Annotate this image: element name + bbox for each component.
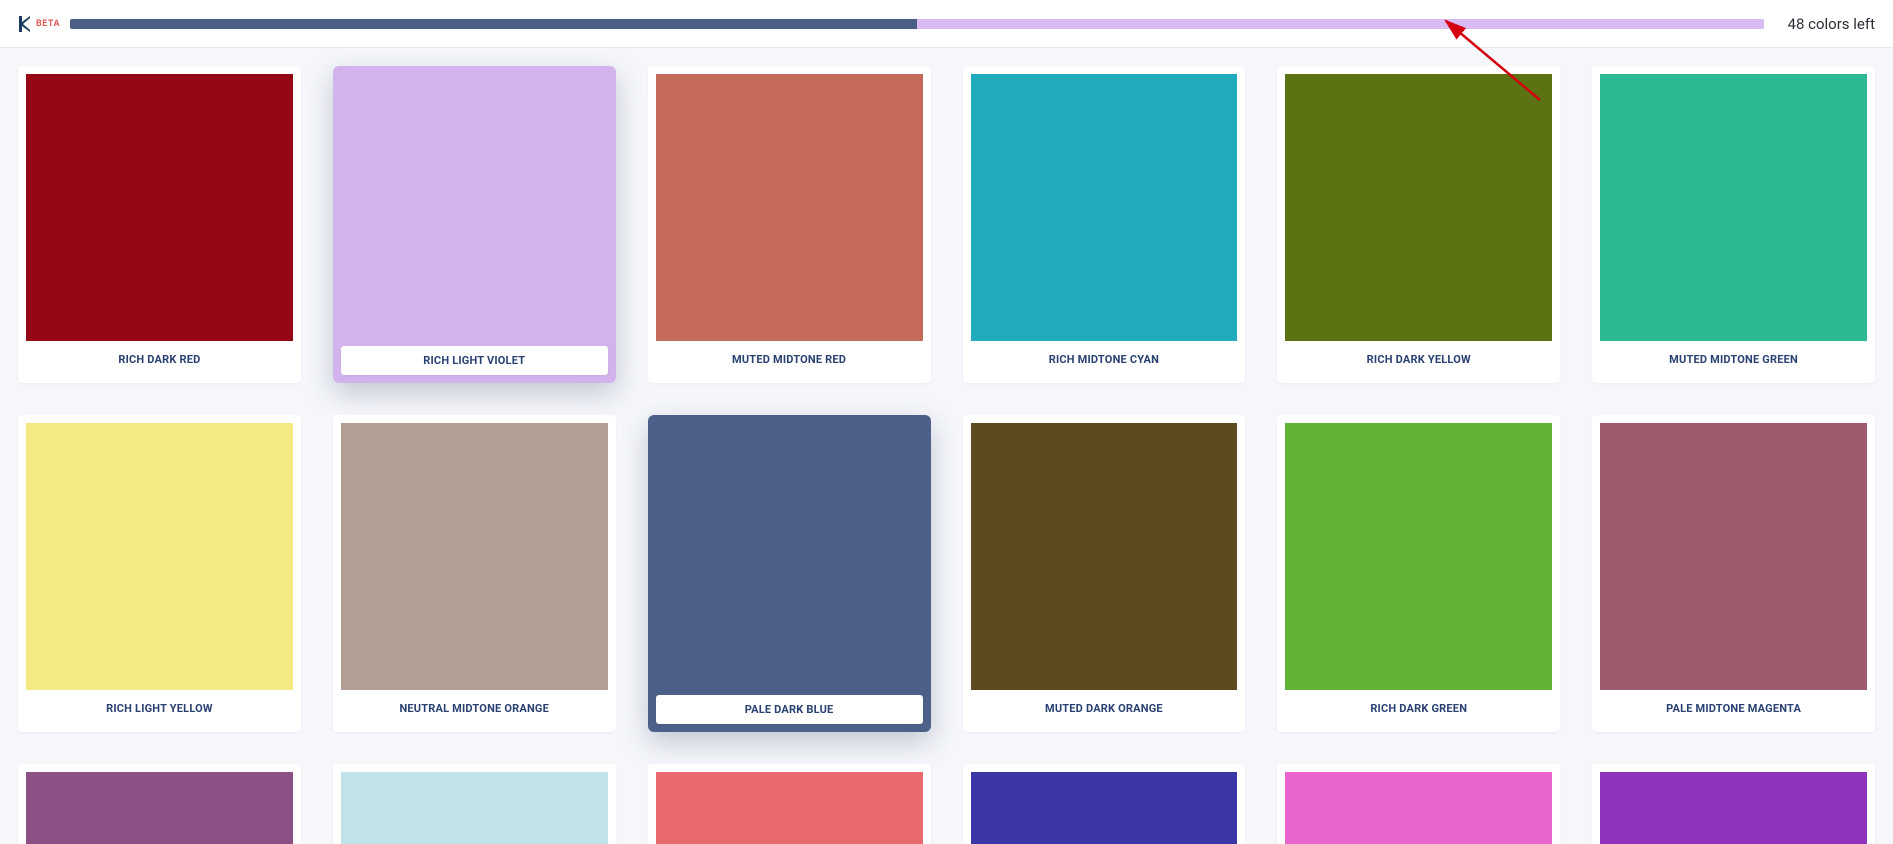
color-swatch bbox=[971, 74, 1238, 341]
color-swatch bbox=[971, 423, 1238, 690]
color-label: RICH LIGHT VIOLET bbox=[341, 346, 608, 375]
color-label: RICH DARK RED bbox=[26, 341, 293, 380]
progress-remaining bbox=[917, 19, 1764, 29]
progress-complete bbox=[70, 19, 917, 29]
color-swatch bbox=[656, 772, 923, 844]
color-card[interactable] bbox=[1592, 764, 1875, 844]
color-card[interactable]: PALE DARK BLUE bbox=[648, 415, 931, 732]
color-card[interactable]: RICH LIGHT VIOLET bbox=[333, 66, 616, 383]
color-swatch bbox=[1600, 74, 1867, 341]
color-card[interactable] bbox=[963, 764, 1246, 844]
color-card[interactable] bbox=[1277, 764, 1560, 844]
color-card[interactable]: RICH DARK YELLOW bbox=[1277, 66, 1560, 383]
color-swatch bbox=[971, 772, 1238, 844]
color-card[interactable]: RICH LIGHT YELLOW bbox=[18, 415, 301, 732]
color-swatch bbox=[1285, 772, 1552, 844]
color-card[interactable]: MUTED MIDTONE GREEN bbox=[1592, 66, 1875, 383]
color-swatch bbox=[656, 74, 923, 341]
color-swatch bbox=[1285, 423, 1552, 690]
main-scroll[interactable]: RICH DARK RED RICH LIGHT VIOLET MUTED MIDT… bbox=[0, 48, 1893, 844]
colors-left-label: 48 colors left bbox=[1774, 15, 1875, 33]
color-swatch bbox=[1600, 772, 1867, 844]
color-label: MUTED MIDTONE RED bbox=[656, 341, 923, 380]
color-card[interactable]: RICH DARK GREEN bbox=[1277, 415, 1560, 732]
beta-badge: BETA bbox=[36, 19, 60, 29]
color-swatch bbox=[26, 74, 293, 341]
color-card[interactable]: RICH MIDTONE CYAN bbox=[963, 66, 1246, 383]
color-swatch bbox=[341, 423, 608, 690]
color-label: MUTED DARK ORANGE bbox=[971, 690, 1238, 729]
color-label: NEUTRAL MIDTONE ORANGE bbox=[341, 690, 608, 729]
color-card[interactable]: MUTED DARK ORANGE bbox=[963, 415, 1246, 732]
color-swatch bbox=[1600, 423, 1867, 690]
color-swatch bbox=[26, 423, 293, 690]
logo[interactable]: BETA bbox=[18, 16, 60, 32]
color-card[interactable] bbox=[333, 764, 616, 844]
color-label: PALE DARK BLUE bbox=[656, 695, 923, 724]
color-swatch bbox=[333, 66, 616, 383]
color-swatch bbox=[26, 772, 293, 844]
color-label: RICH DARK GREEN bbox=[1285, 690, 1552, 729]
color-swatch bbox=[341, 772, 608, 844]
color-swatch bbox=[1285, 74, 1552, 341]
color-label: RICH LIGHT YELLOW bbox=[26, 690, 293, 729]
color-label: MUTED MIDTONE GREEN bbox=[1600, 341, 1867, 380]
color-card[interactable]: PALE MIDTONE MAGENTA bbox=[1592, 415, 1875, 732]
color-card[interactable] bbox=[18, 764, 301, 844]
header: BETA 48 colors left bbox=[0, 0, 1893, 48]
color-card[interactable]: NEUTRAL MIDTONE ORANGE bbox=[333, 415, 616, 732]
color-label: RICH MIDTONE CYAN bbox=[971, 341, 1238, 380]
color-card[interactable]: RICH DARK RED bbox=[18, 66, 301, 383]
logo-icon bbox=[18, 16, 32, 32]
progress-bar bbox=[70, 19, 1763, 29]
color-card[interactable] bbox=[648, 764, 931, 844]
color-label: PALE MIDTONE MAGENTA bbox=[1600, 690, 1867, 729]
color-swatch bbox=[648, 415, 931, 732]
color-card[interactable]: MUTED MIDTONE RED bbox=[648, 66, 931, 383]
color-label: RICH DARK YELLOW bbox=[1285, 341, 1552, 380]
color-grid: RICH DARK RED RICH LIGHT VIOLET MUTED MIDT… bbox=[0, 48, 1893, 844]
